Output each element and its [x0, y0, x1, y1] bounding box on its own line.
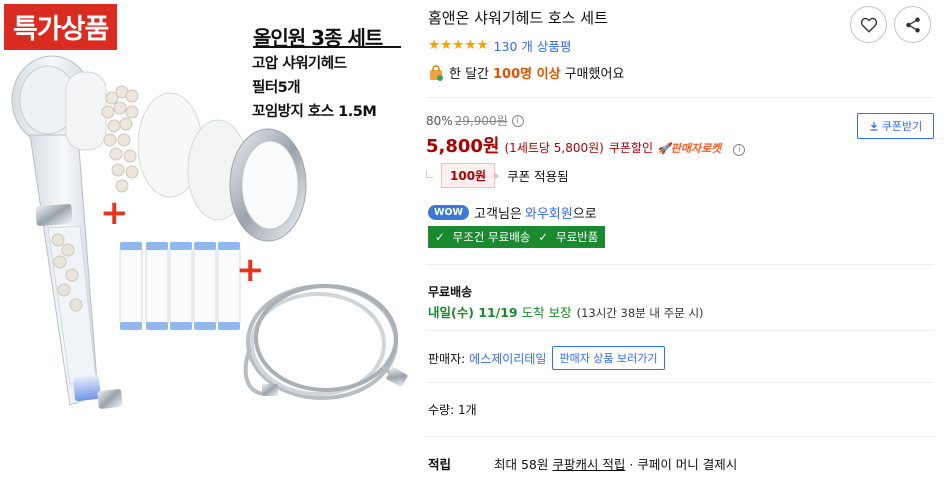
wow-badge: WOW — [428, 205, 470, 220]
delivery-date-row: 내일(수) 11/19 도착 보장 (13시간 38분 내 주문 시) — [428, 302, 704, 321]
divider — [426, 97, 934, 98]
purchase-count: 한 달간 100명 이상 구매했어요 — [428, 63, 624, 82]
info-icon[interactable]: i — [511, 114, 524, 127]
free-shipping-badge: ✓ 무조건 무료배송 ✓ 무료반품 — [428, 226, 606, 248]
set-title-underline — [253, 46, 401, 48]
free-return-label: 무료반품 — [556, 230, 599, 244]
seller-row: 판매자: 에스제이리테일 판매자 상품 보러가기 — [428, 346, 665, 370]
wow-member-link[interactable]: 와우회원 — [525, 203, 573, 222]
star-icon: ★ — [452, 36, 465, 53]
wow-prefix: 고객님은 — [474, 207, 522, 222]
coupon-discount-label: 쿠폰할인 — [608, 141, 653, 155]
purchase-prefix: 한 달간 — [449, 67, 490, 82]
divider — [426, 436, 934, 437]
review-count-link[interactable]: 130 개 상품평 — [494, 36, 572, 55]
product-info: 홈앤온 샤워기헤드 호스 세트 ★ ★ ★ ★ ★ 130 개 상품평 한 달간… — [426, 0, 946, 487]
coupon-applied-row: 100원 쿠폰 적용됨 — [426, 163, 569, 188]
quantity-row: 수량: 1개 — [428, 401, 477, 418]
set-item: 고압 샤워기헤드 — [252, 56, 347, 72]
sale-price: 5,800원 — [426, 136, 500, 157]
seller-label: 판매자: — [428, 351, 466, 366]
share-button[interactable] — [894, 6, 931, 43]
coupon-download-button[interactable]: 쿠폰받기 — [857, 113, 934, 139]
seller-rocket-badge: 🚀판매자로켓 — [657, 142, 722, 155]
discount-rate: 80% — [426, 113, 453, 128]
rating-row: ★ ★ ★ ★ ★ 130 개 상품평 — [428, 36, 571, 55]
product-image[interactable]: 특가상품 올인원 3종 세트 고압 샤워기헤드 필터5개 꼬임방지 호스 1.5… — [0, 0, 410, 487]
purchase-suffix: 구매했어요 — [564, 67, 625, 82]
seller-products-button[interactable]: 판매자 상품 보러가기 — [552, 346, 665, 370]
star-rating: ★ ★ ★ ★ ★ — [428, 36, 489, 53]
star-icon: ★ — [440, 36, 453, 53]
delivery-date: 내일(수) 11/19 — [428, 305, 518, 320]
quantity-label: 수량: — [428, 403, 455, 417]
star-icon: ★ — [476, 36, 489, 53]
share-icon — [905, 17, 920, 32]
sale-price-row: 5,800원 (1세트당 5,800원) 쿠폰할인 🚀판매자로켓 i — [426, 132, 746, 158]
set-item: 꼬임방지 호스 1.5M — [252, 104, 377, 120]
plus-icon: + — [100, 193, 129, 233]
set-item: 필터5개 — [252, 80, 301, 96]
seller-rocket-label: 판매자로켓 — [670, 142, 722, 155]
quantity-value: 1개 — [457, 403, 477, 417]
divider — [426, 264, 934, 265]
shipping-label: 무료배송 — [428, 285, 473, 299]
shopping-bag-icon — [430, 64, 443, 81]
original-price-row: 80% 29,900원 i — [426, 112, 524, 129]
info-icon[interactable]: i — [733, 144, 746, 156]
heart-icon — [860, 17, 877, 33]
check-icon: ✓ — [538, 230, 548, 244]
points-label: 적립 — [428, 457, 452, 472]
star-icon: ★ — [428, 36, 441, 53]
free-shipping-label: 무조건 무료배송 — [452, 230, 531, 244]
check-icon: ✓ — [435, 230, 445, 244]
wishlist-button[interactable] — [850, 6, 887, 43]
coupon-button-label: 쿠폰받기 — [881, 120, 923, 133]
star-icon: ★ — [464, 36, 477, 53]
unit-price: (1세트당 5,800원) — [504, 141, 604, 155]
points-row: 적립 최대 58원 쿠팡캐시 적립 · 쿠페이 머니 결제시 — [428, 454, 737, 473]
coupang-cash-link[interactable]: 쿠팡캐시 적립 — [552, 454, 625, 473]
original-price: 29,900원 — [454, 114, 508, 128]
corner-connector — [426, 170, 433, 178]
purchase-highlight: 100명 이상 — [493, 67, 561, 82]
product-title: 홈앤온 샤워기헤드 호스 세트 — [428, 9, 608, 27]
divider — [426, 330, 934, 331]
divider — [426, 382, 934, 383]
download-icon — [870, 122, 878, 131]
wow-membership-row: WOW 고객님은 와우회원 으로 — [428, 203, 597, 222]
set-items: 고압 샤워기헤드 필터5개 꼬임방지 호스 1.5M — [252, 52, 377, 124]
wow-suffix: 으로 — [572, 207, 597, 222]
delivery-condition: (13시간 38분 내 주문 시) — [576, 306, 704, 320]
coupon-applied-text: 쿠폰 적용됨 — [507, 169, 569, 184]
points-amount: 최대 58원 — [494, 457, 549, 472]
points-condition: · 쿠페이 머니 결제시 — [629, 457, 738, 472]
delivery-guarantee: 도착 보장 — [521, 305, 572, 320]
seller-name-link[interactable]: 에스제이리테일 — [469, 350, 546, 367]
coupon-amount-badge: 100원 — [441, 163, 500, 188]
plus-icon: + — [236, 250, 265, 290]
